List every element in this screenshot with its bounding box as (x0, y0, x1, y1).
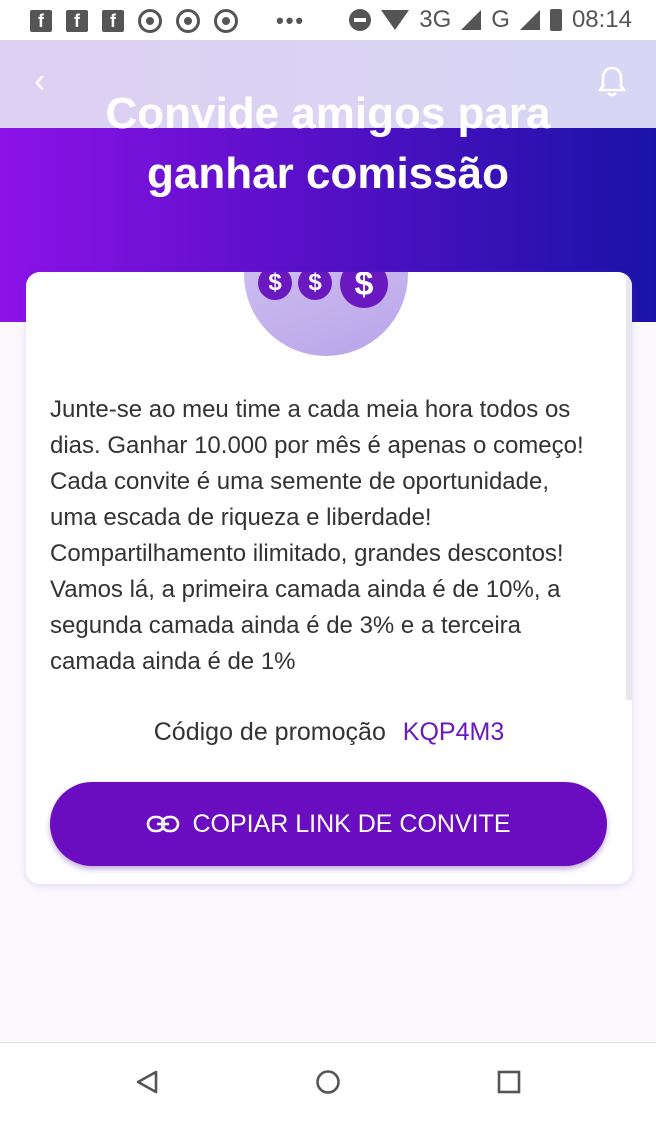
status-bar: f f f ••• 3G G 08:14 (0, 0, 656, 40)
do-not-disturb-icon (349, 9, 372, 31)
wifi-icon (381, 10, 410, 30)
invite-description: Junte-se ao meu time a cada meia hora to… (50, 396, 584, 675)
promo-code-value[interactable]: KQP4M3 (403, 718, 504, 746)
more-dots-icon: ••• (276, 8, 306, 33)
page-title: Convide amigos para ganhar comissão (0, 84, 656, 204)
system-nav-bar (0, 1042, 656, 1121)
facebook-icon: f (102, 10, 124, 32)
promo-code-row: Código de promoção KQP4M3 (26, 718, 632, 747)
chrome-icon (138, 9, 162, 33)
facebook-icon: f (66, 10, 88, 32)
home-circle-icon[interactable] (315, 1069, 341, 1095)
invite-card: $ $ $ Junte-se ao meu time a cada meia h… (26, 272, 632, 884)
network-type-2: G (491, 6, 510, 33)
recents-square-icon[interactable] (496, 1069, 522, 1095)
promo-code-label: Código de promoção (153, 718, 386, 746)
back-triangle-icon[interactable] (134, 1069, 160, 1095)
link-icon (147, 815, 180, 833)
description-scrollbar[interactable] (626, 272, 632, 700)
chrome-icon (214, 9, 238, 33)
network-type: 3G (419, 6, 452, 33)
battery-icon (549, 9, 562, 31)
copy-invite-link-label: COPIAR LINK DE CONVITE (192, 809, 511, 838)
signal-icon (519, 10, 540, 30)
chrome-icon (176, 9, 200, 33)
copy-invite-link-button[interactable]: COPIAR LINK DE CONVITE (50, 782, 607, 866)
signal-icon (461, 10, 482, 30)
clock: 08:14 (571, 6, 632, 33)
facebook-icon: f (30, 10, 52, 32)
page-title-line-2: ganhar comissão (147, 149, 509, 198)
page-title-line-1: Convide amigos para (105, 89, 551, 138)
